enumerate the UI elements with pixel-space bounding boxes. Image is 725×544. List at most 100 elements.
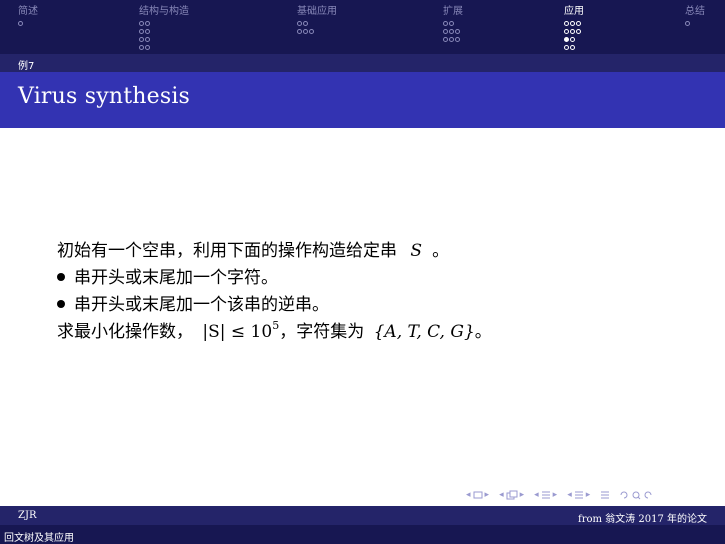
document-icon bbox=[574, 491, 583, 499]
nav-section-label: 总结 bbox=[685, 6, 705, 17]
frame-dot-icon[interactable] bbox=[455, 28, 460, 34]
bullet-item: 串开头或末尾加一个字符。 bbox=[57, 265, 697, 292]
frame-nav: ◂ ▸ bbox=[466, 490, 489, 500]
frame-icon bbox=[473, 491, 483, 499]
arrow-left-icon[interactable]: ◂ bbox=[567, 490, 572, 500]
constraint-mid: ，字符集为 bbox=[279, 322, 365, 342]
section-icon bbox=[541, 491, 550, 499]
nav-section-structure[interactable]: 结构与构造 bbox=[139, 6, 189, 51]
nav-dots bbox=[685, 19, 705, 27]
subsection-label[interactable]: 例7 bbox=[18, 57, 34, 72]
frame-dot-icon[interactable] bbox=[145, 36, 150, 42]
frame-dot-icon[interactable] bbox=[570, 28, 575, 34]
constraint-text: 求最小化操作数， bbox=[57, 322, 193, 342]
frame-dot-icon[interactable] bbox=[685, 20, 690, 26]
statement-end: 。 bbox=[432, 241, 450, 261]
frame-dot-icon[interactable] bbox=[449, 28, 454, 34]
frame-dot-icon[interactable] bbox=[139, 28, 144, 34]
appendix-icon[interactable] bbox=[600, 490, 610, 500]
frame-dot-icon[interactable] bbox=[309, 28, 314, 34]
subsection-icon bbox=[506, 490, 518, 500]
arrow-left-icon[interactable]: ◂ bbox=[466, 490, 471, 500]
nav-dot-row bbox=[139, 35, 189, 43]
nav-dot-row bbox=[564, 35, 584, 43]
frame-title: Virus synthesis bbox=[18, 84, 191, 109]
frame-dot-icon[interactable] bbox=[576, 28, 581, 34]
nav-dot-row bbox=[297, 19, 337, 27]
frame-dot-icon[interactable] bbox=[564, 28, 569, 34]
section-nav: ◂ ▸ bbox=[534, 490, 557, 500]
search-nav bbox=[620, 490, 652, 500]
nav-section-label: 基础应用 bbox=[297, 6, 337, 17]
nav-dot-row bbox=[18, 19, 38, 27]
subsection-nav: ◂ ▸ bbox=[499, 490, 524, 500]
nav-dot-row bbox=[443, 27, 463, 35]
beamer-navigation-symbols: ◂ ▸ ◂ ▸ ◂ ▸ ◂ ▸ bbox=[466, 489, 652, 501]
nav-dot-row bbox=[685, 19, 705, 27]
frame-dot-icon[interactable] bbox=[443, 28, 448, 34]
arrow-right-icon[interactable]: ▸ bbox=[553, 490, 558, 500]
frame-dot-icon[interactable] bbox=[449, 36, 454, 42]
statement-text: 初始有一个空串，利用下面的操作构造给定串 bbox=[57, 241, 397, 261]
arrow-left-icon[interactable]: ◂ bbox=[534, 490, 539, 500]
frame-dot-icon[interactable] bbox=[443, 20, 448, 26]
footer-source: from 翁文涛 2017 年的论文 bbox=[578, 514, 707, 525]
frame-dot-icon[interactable] bbox=[455, 36, 460, 42]
nav-section-summary[interactable]: 总结 bbox=[685, 6, 705, 27]
nav-section-basic-applications[interactable]: 基础应用 bbox=[297, 6, 337, 35]
frame-dot-icon[interactable] bbox=[570, 44, 575, 50]
nav-dot-row bbox=[139, 27, 189, 35]
frame-dot-icon[interactable] bbox=[570, 36, 575, 42]
nav-dot-row bbox=[297, 27, 337, 35]
frame-dot-icon[interactable] bbox=[145, 20, 150, 26]
frame-dot-icon[interactable] bbox=[145, 28, 150, 34]
nav-dot-row bbox=[443, 19, 463, 27]
frame-dot-icon[interactable] bbox=[297, 28, 302, 34]
alphabet-set: {A, T, C, G} bbox=[373, 322, 475, 342]
footer-title-bar: 回文树及其应用 bbox=[0, 525, 725, 544]
arrow-left-icon[interactable]: ◂ bbox=[499, 490, 504, 500]
nav-section-overview[interactable]: 简述 bbox=[18, 6, 38, 27]
footer-short-title: 回文树及其应用 bbox=[4, 533, 74, 544]
frame-dot-icon[interactable] bbox=[145, 44, 150, 50]
string-variable: S bbox=[410, 241, 423, 261]
frame-dot-icon[interactable] bbox=[139, 44, 144, 50]
frame-dot-icon[interactable] bbox=[449, 20, 454, 26]
frame-dot-icon[interactable] bbox=[564, 20, 569, 26]
subsection-bar: 例7 bbox=[0, 54, 725, 72]
nav-dot-row bbox=[443, 35, 463, 43]
nav-section-extensions[interactable]: 扩展 bbox=[443, 6, 463, 43]
nav-dots bbox=[18, 19, 38, 27]
nav-section-label: 简述 bbox=[18, 6, 38, 17]
arrow-right-icon[interactable]: ▸ bbox=[485, 490, 490, 500]
nav-section-applications[interactable]: 应用 bbox=[564, 6, 584, 51]
back-search-forward-icon[interactable] bbox=[620, 490, 652, 500]
arrow-right-icon[interactable]: ▸ bbox=[586, 490, 591, 500]
frame-dot-icon[interactable] bbox=[18, 20, 23, 26]
frame-dot-icon[interactable] bbox=[297, 20, 302, 26]
frame-dot-icon[interactable] bbox=[443, 36, 448, 42]
nav-section-label: 结构与构造 bbox=[139, 6, 189, 17]
nav-dots bbox=[297, 19, 337, 35]
current-frame-dot-icon[interactable] bbox=[564, 36, 569, 42]
footer-author: ZJR bbox=[18, 510, 37, 521]
arrow-right-icon[interactable]: ▸ bbox=[520, 490, 525, 500]
frame-dot-icon[interactable] bbox=[303, 28, 308, 34]
frame-dot-icon[interactable] bbox=[303, 20, 308, 26]
nav-dot-row bbox=[564, 19, 584, 27]
nav-dot-row bbox=[139, 43, 189, 51]
frame-dot-icon[interactable] bbox=[570, 20, 575, 26]
bullet-text: 串开头或末尾加一个该串的逆串。 bbox=[74, 295, 329, 315]
bullet-dot-icon bbox=[57, 273, 65, 281]
frame-dot-icon[interactable] bbox=[564, 44, 569, 50]
bullet-item: 串开头或末尾加一个该串的逆串。 bbox=[57, 292, 697, 319]
slide-body: 初始有一个空串，利用下面的操作构造给定串 S 。 串开头或末尾加一个字符。 串开头… bbox=[57, 238, 697, 346]
frame-dot-icon[interactable] bbox=[139, 36, 144, 42]
constraint-math: |S| ≤ 10 bbox=[202, 322, 273, 342]
frame-dot-icon[interactable] bbox=[576, 20, 581, 26]
frame-dot-icon[interactable] bbox=[139, 20, 144, 26]
bullet-dot-icon bbox=[57, 300, 65, 308]
appendix-nav bbox=[600, 490, 610, 500]
problem-statement: 初始有一个空串，利用下面的操作构造给定串 S 。 bbox=[57, 238, 697, 265]
section-navigation-bar: 简述 结构与构造 基础应用 扩展 应用 总结 bbox=[0, 0, 725, 54]
